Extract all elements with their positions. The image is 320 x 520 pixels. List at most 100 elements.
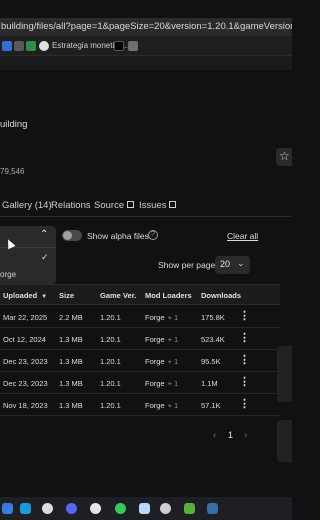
bookmarks-bar: Estrategia monetiza... [0,36,292,56]
bookmark-icon [14,40,24,51]
more-options-icon[interactable]: ⋮ [239,377,250,388]
sort-down-icon: ▼ [41,294,48,300]
column-label: Uploaded [3,291,38,300]
cell-downloads: 523.4K [201,335,225,344]
loader-extra-count: + 1 [167,401,179,410]
tab-label: Gallery (14) [2,200,52,211]
external-link-icon [127,201,135,208]
column-uploaded[interactable]: Uploaded ▼ [3,291,47,300]
tab-label: Issues [139,200,167,211]
cell-game-version: 1.20.1 [100,379,121,388]
tabs-divider [0,216,292,217]
loader-name: Forge [145,335,165,344]
cell-size: 1.3 MB [59,401,83,410]
cell-size: 1.3 MB [59,357,83,366]
column-size[interactable]: Size [59,291,74,300]
cell-mod-loaders: Forge + 1 [145,313,178,322]
row-divider [0,371,280,372]
bookmark-tiktok[interactable] [114,40,127,52]
row-divider [0,327,280,328]
cell-mod-loaders: Forge + 1 [145,401,178,410]
app-icon[interactable] [139,503,150,514]
tab-issues[interactable]: Issues [139,200,177,211]
check-icon: ✓ [41,252,49,262]
vscode-icon[interactable] [20,503,31,514]
tab-label: Source [94,200,125,211]
column-game-version[interactable]: Game Ver. [100,291,136,300]
tab-relations[interactable]: Relations [51,200,91,211]
sheets-icon [26,40,36,51]
bookmark-item[interactable] [128,40,141,52]
loader-name: Forge [145,357,165,366]
chrome-icon[interactable] [42,503,53,514]
favorite-button[interactable]: ☆ [276,148,292,166]
dropdown-item-forge[interactable]: orge [0,270,16,279]
chevron-left-icon[interactable]: ‹ [213,430,216,441]
star-icon: ☆ [279,149,290,163]
more-options-icon[interactable]: ⋮ [239,399,250,410]
steam-icon[interactable] [90,503,101,514]
taskbar-app-icon[interactable] [207,503,218,514]
column-mod-loaders[interactable]: Mod Loaders [145,291,192,300]
cell-game-version: 1.20.1 [100,335,121,344]
cell-downloads: 57.1K [201,401,221,410]
bookmark-icon [128,40,138,51]
address-bar[interactable]: building/files/all?page=1&pageSize=20&ve… [0,18,292,36]
cell-mod-loaders: Forge + 1 [145,357,178,366]
more-options-icon[interactable]: ⋮ [239,311,250,322]
row-divider [0,393,280,394]
cell-downloads: 175.8K [201,313,225,322]
column-downloads[interactable]: Downloads [201,291,241,300]
tiktok-icon [114,40,124,51]
loader-extra-count: + 1 [167,379,179,388]
cell-uploaded: Mar 22, 2025 [3,313,48,322]
cell-downloads: 1.1M [201,379,218,388]
taskbar-app-icon[interactable] [2,503,13,514]
globe-icon [39,40,49,51]
per-page-value: 20 [220,259,231,269]
more-options-icon[interactable]: ⋮ [239,355,250,366]
minecraft-icon[interactable] [184,503,195,514]
project-downloads: 79,546 [0,167,25,176]
project-title: uilding [0,119,28,130]
cell-uploaded: Oct 12, 2024 [3,335,46,344]
bookmark-icon [2,40,12,51]
cell-game-version: 1.20.1 [100,401,121,410]
cell-size: 1.3 MB [59,379,83,388]
cell-uploaded: Dec 23, 2023 [3,357,48,366]
loader-extra-count: + 1 [167,357,179,366]
show-alpha-label: Show alpha files [87,231,149,241]
per-page-select[interactable]: 20 ⌄ [215,256,250,274]
cell-mod-loaders: Forge + 1 [145,335,178,344]
clear-all-link[interactable]: Clear all [227,231,258,241]
chevron-up-icon[interactable]: ⌃ [40,229,48,240]
page-header-bar [0,56,292,70]
row-divider [0,415,280,416]
spotify-icon[interactable] [115,503,126,514]
cell-downloads: 95.5K [201,357,221,366]
tab-source[interactable]: Source [94,200,135,211]
cell-size: 1.3 MB [59,335,83,344]
chevron-down-icon: ⌄ [237,258,245,268]
cell-game-version: 1.20.1 [100,313,121,322]
side-panel [277,346,292,402]
row-divider [0,349,280,350]
chevron-right-icon[interactable]: › [244,430,247,441]
github-icon[interactable] [160,503,171,514]
loader-name: Forge [145,313,165,322]
side-panel [277,420,292,462]
show-alpha-toggle[interactable] [62,230,82,241]
help-icon[interactable]: ? [148,230,158,240]
loader-name: Forge [145,401,165,410]
toggle-knob [63,231,72,240]
discord-icon[interactable] [66,503,77,514]
tab-gallery[interactable]: Gallery (14) [2,200,52,211]
cell-uploaded: Dec 23, 2023 [3,379,48,388]
cell-size: 2.2 MB [59,313,83,322]
bookmark-item[interactable] [26,40,39,52]
loader-extra-count: + 1 [167,335,179,344]
external-link-icon [169,201,177,208]
page-number[interactable]: 1 [228,430,233,440]
loader-name: Forge [145,379,165,388]
more-options-icon[interactable]: ⋮ [239,333,250,344]
